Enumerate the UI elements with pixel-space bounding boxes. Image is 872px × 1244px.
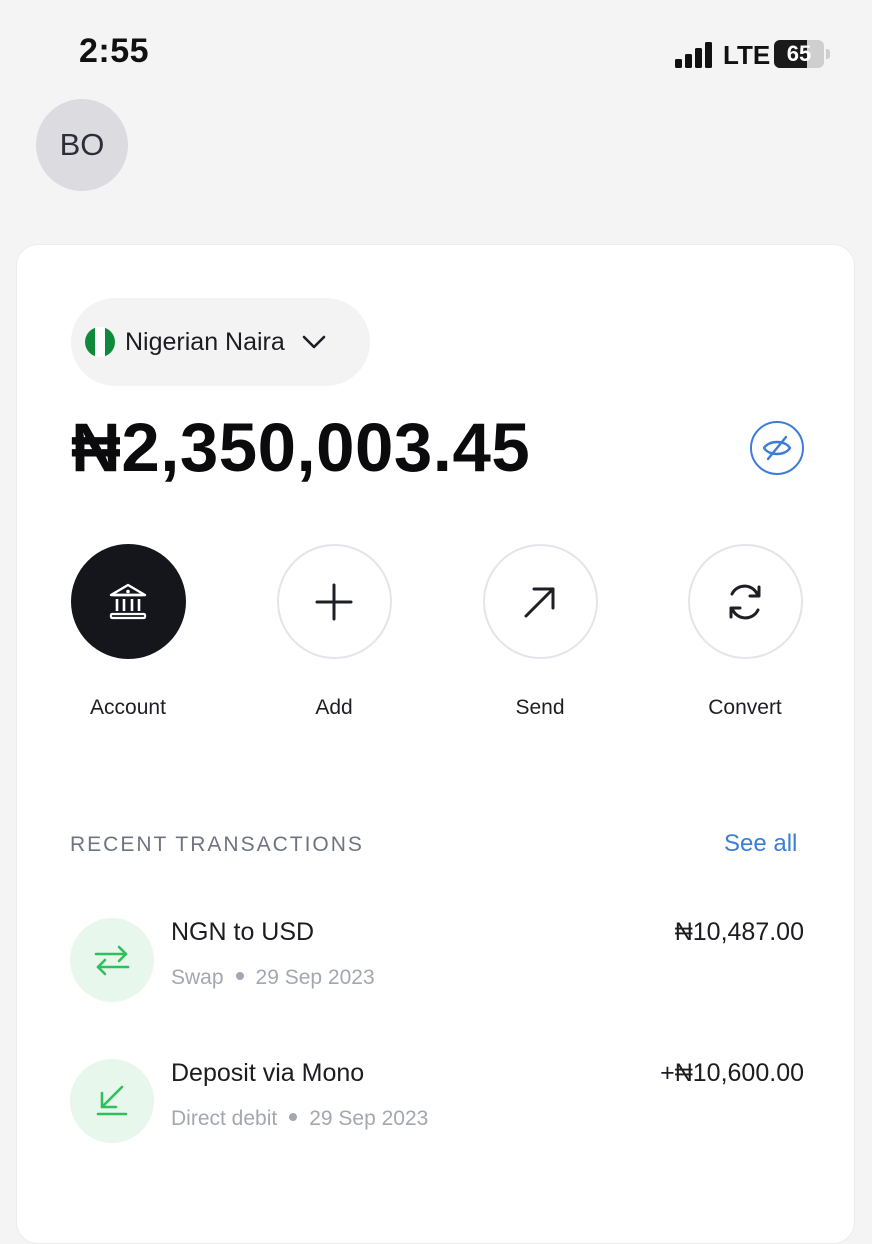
account-label: Account xyxy=(90,696,166,719)
arrow-down-left-icon xyxy=(96,1085,128,1116)
account-button[interactable] xyxy=(70,544,186,659)
transaction-row[interactable]: Deposit via Mono Direct debit 29 Sep 2023… xyxy=(70,1059,804,1149)
transaction-amount: +₦10,600.00 xyxy=(660,1059,804,1087)
transaction-row[interactable]: NGN to USD Swap 29 Sep 2023 ₦10,487.00 xyxy=(70,918,804,1008)
nigeria-flag-icon xyxy=(85,327,115,357)
currency-selector[interactable]: Nigerian Naira xyxy=(71,298,370,386)
wallet-balance: ₦2,350,003.45 xyxy=(71,409,531,486)
refresh-icon xyxy=(729,584,761,619)
hide-balance-button[interactable] xyxy=(750,421,804,475)
swap-arrows-icon xyxy=(94,945,130,976)
wallet-card: Nigerian Naira ₦2,350,003.45 Account Add… xyxy=(16,244,855,1244)
transaction-icon xyxy=(70,1059,154,1143)
cellular-signal-icon xyxy=(675,42,712,68)
send-label: Send xyxy=(515,696,565,719)
transaction-title: Deposit via Mono xyxy=(171,1059,365,1087)
arrow-up-right-icon xyxy=(524,587,555,617)
battery-level: 65 xyxy=(786,41,812,66)
transaction-meta: Swap 29 Sep 2023 xyxy=(171,966,375,990)
plus-icon xyxy=(315,583,353,620)
convert-button[interactable] xyxy=(687,544,803,659)
add-action[interactable]: Add xyxy=(249,544,419,720)
separator-dot xyxy=(235,972,244,981)
see-all-link[interactable]: See all xyxy=(724,830,797,858)
transaction-date: 29 Sep 2023 xyxy=(309,1107,429,1130)
battery-icon: 65 xyxy=(774,40,824,68)
status-bar: 2:55 LTE 65 xyxy=(0,0,872,100)
convert-label: Convert xyxy=(708,696,782,719)
send-button[interactable] xyxy=(482,544,598,659)
chevron-down-icon xyxy=(302,335,326,349)
send-action[interactable]: Send xyxy=(455,544,625,720)
add-button[interactable] xyxy=(276,544,392,659)
status-time: 2:55 xyxy=(79,32,150,70)
separator-dot xyxy=(289,1113,298,1122)
transaction-amount: ₦10,487.00 xyxy=(674,918,804,946)
eye-off-icon xyxy=(762,435,792,461)
convert-action[interactable]: Convert xyxy=(660,544,830,720)
recent-transactions-heading: RECENT TRANSACTIONS xyxy=(70,833,364,856)
account-action[interactable]: Account xyxy=(43,544,213,720)
transaction-date: 29 Sep 2023 xyxy=(255,966,375,989)
avatar[interactable]: BO xyxy=(36,99,128,191)
transaction-meta: Direct debit 29 Sep 2023 xyxy=(171,1107,428,1131)
bank-icon xyxy=(109,583,147,619)
currency-name: Nigerian Naira xyxy=(125,327,285,356)
transaction-type: Swap xyxy=(171,966,224,989)
network-type: LTE xyxy=(723,40,771,70)
transaction-type: Direct debit xyxy=(171,1107,278,1130)
transaction-icon xyxy=(70,918,154,1002)
battery-cap xyxy=(826,49,830,59)
transaction-title: NGN to USD xyxy=(171,918,315,946)
add-label: Add xyxy=(315,696,353,719)
